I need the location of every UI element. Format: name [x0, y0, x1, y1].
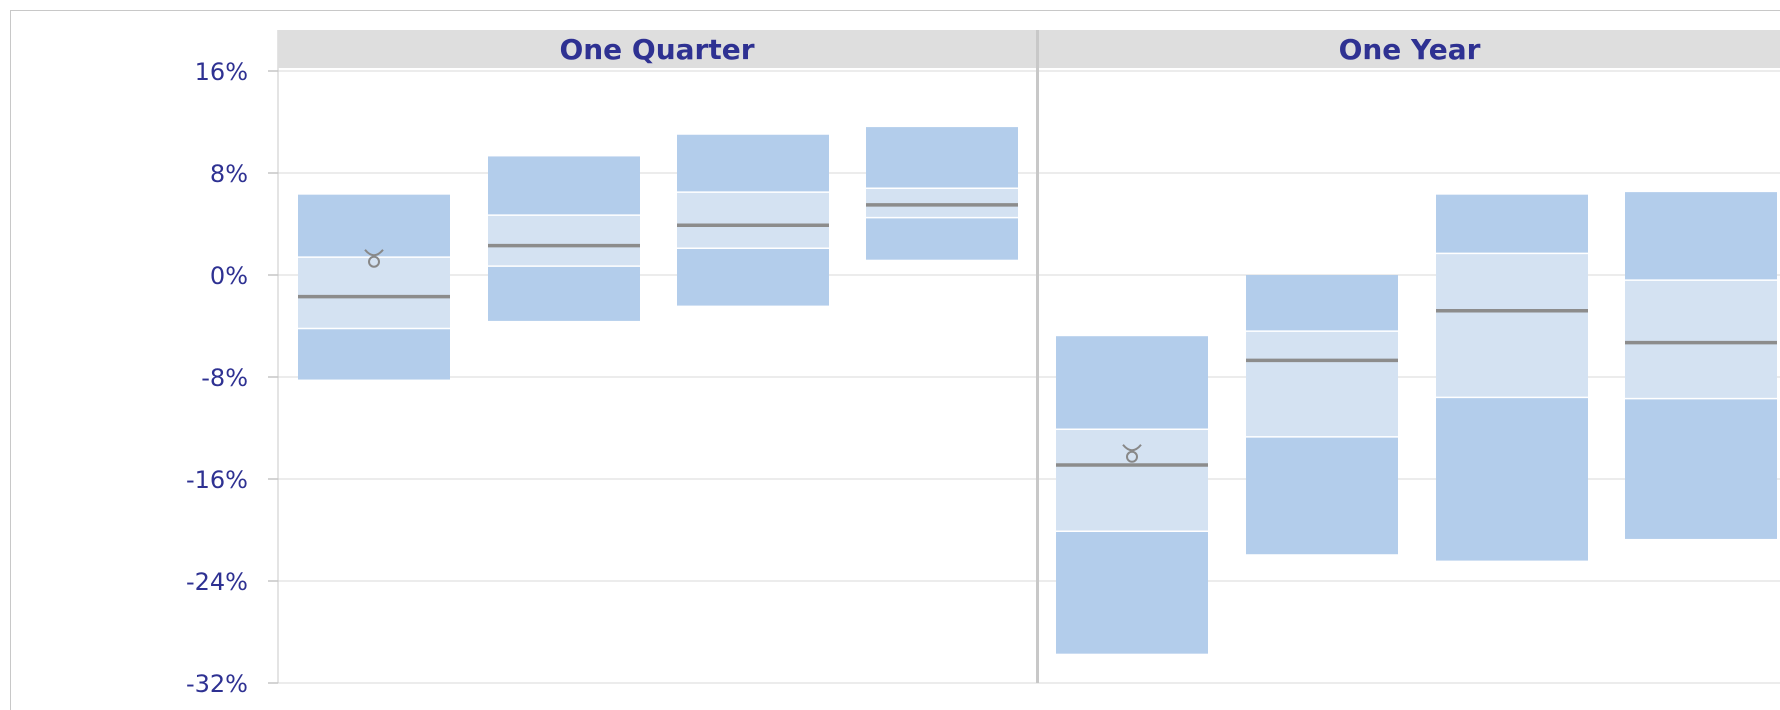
y-tick-label: 16% [195, 58, 248, 86]
box-inner-band [298, 257, 450, 329]
box-inner-band [677, 192, 829, 249]
y-tick-label: -8% [201, 364, 248, 392]
y-tick-label: 0% [210, 262, 248, 290]
y-tick-label: -16% [186, 466, 248, 494]
box-inner-band [1056, 429, 1208, 532]
panel-title: One Year [1339, 33, 1481, 66]
box-inner-band [866, 188, 1018, 218]
y-tick-label: 8% [210, 160, 248, 188]
y-tick-label: -32% [186, 670, 248, 697]
panel-divider [1036, 30, 1039, 683]
box-inner-band [1625, 280, 1777, 399]
panel-title: One Quarter [559, 33, 754, 66]
box-inner-band [1246, 331, 1398, 437]
box-inner-band [1436, 253, 1588, 398]
box-inner-band [488, 215, 640, 267]
box-plot-chart: 16% 8% 0% -8% -16% -24% -32% One Quarter One Yea… [186, 30, 1780, 697]
y-tick-label: -24% [186, 568, 248, 596]
